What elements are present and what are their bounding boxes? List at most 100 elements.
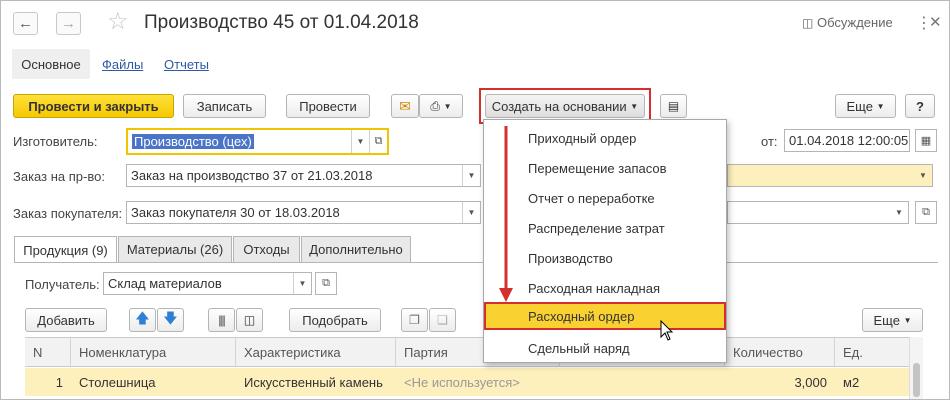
manufacturer-field[interactable]: Производство (цех) ▼ ⧉ <box>126 128 389 155</box>
customer-order-label: Заказ покупателя: <box>13 206 123 221</box>
open-icon: ⧉ <box>922 206 930 218</box>
help-button[interactable]: ? <box>905 94 935 118</box>
create-based-on-label: Создать на основании <box>491 98 627 114</box>
create-based-on-menu: Приходный ордер Перемещение запасов Отче… <box>483 119 727 363</box>
post-button[interactable]: Провести <box>286 94 370 118</box>
arrow-right-icon: → <box>61 15 76 32</box>
col-item[interactable]: Номенклатура <box>71 338 236 366</box>
back-button[interactable]: ← <box>13 12 38 35</box>
tab-materials[interactable]: Материалы (26) <box>118 236 232 262</box>
scanner-button[interactable]: ◫ <box>236 308 263 332</box>
chevron-down-icon[interactable]: ▼ <box>351 130 369 153</box>
date-field[interactable]: 01.04.2018 12:00:05 <box>784 129 910 152</box>
chevron-down-icon[interactable]: ▼ <box>914 165 932 186</box>
date-value: 01.04.2018 12:00:05 <box>789 133 909 148</box>
recipient-field[interactable]: Склад материалов ▼ <box>103 272 312 295</box>
forward-button[interactable]: → <box>56 12 81 35</box>
open-icon[interactable]: ⧉ <box>369 130 387 153</box>
recipient-value: Склад материалов <box>108 276 222 291</box>
col-quantity[interactable]: Количество <box>725 338 835 366</box>
red-arrow-annotation <box>499 126 513 302</box>
tab-reports[interactable]: Отчеты <box>164 57 209 72</box>
tab-additional[interactable]: Дополнительно <box>301 236 411 262</box>
menu-item-invoice[interactable]: Расходная накладная <box>528 281 660 296</box>
customer-order-value: Заказ покупателя 30 от 18.03.2018 <box>131 205 340 220</box>
scrollbar-thumb[interactable] <box>913 363 920 397</box>
row-n: 1 <box>55 374 63 390</box>
copy-icon: ❐ <box>409 313 420 327</box>
barcode-button[interactable]: ||| <box>208 308 235 332</box>
table-header: N Номенклатура Характеристика Партия Кол… <box>25 337 909 367</box>
arrow-down-icon: 🡇 <box>163 310 178 326</box>
copy-button[interactable]: ❐ <box>401 308 428 332</box>
tab-divider <box>14 262 938 263</box>
order-extra-field[interactable]: ▼ <box>727 164 933 187</box>
add-row-button[interactable]: Добавить <box>25 308 107 332</box>
post-and-close-button[interactable]: Провести и закрыть <box>13 94 174 118</box>
chevron-down-icon[interactable]: ▼ <box>462 165 480 186</box>
discussion-button[interactable]: ◫ Обсуждение <box>802 15 893 30</box>
calendar-icon: ▦ <box>920 135 932 147</box>
arrow-left-icon: ← <box>18 15 33 32</box>
chevron-down-icon[interactable]: ▼ <box>462 202 480 223</box>
chevron-down-icon: ▼ <box>903 315 912 325</box>
order-field[interactable]: Заказ на производство 37 от 21.03.2018 ▼ <box>126 164 481 187</box>
move-up-button[interactable]: 🡅 <box>129 308 156 332</box>
col-n[interactable]: N <box>25 338 71 366</box>
chevron-down-icon[interactable]: ▼ <box>293 273 311 294</box>
more-button[interactable]: Еще ▼ <box>835 94 896 118</box>
chevron-down-icon: ▼ <box>630 101 639 111</box>
menu-item-cost-allocation[interactable]: Распределение затрат <box>528 221 665 236</box>
menu-item-piecework-order[interactable]: Сдельный наряд <box>528 341 630 356</box>
table-more-label: Еще <box>873 312 900 328</box>
tab-waste[interactable]: Отходы <box>233 236 300 262</box>
open-icon: ⧉ <box>322 277 330 289</box>
mouse-pointer-icon <box>660 320 674 341</box>
move-down-button[interactable]: 🡇 <box>157 308 184 332</box>
table-scrollbar[interactable] <box>909 337 923 399</box>
structure-button[interactable]: ▤ <box>660 94 687 118</box>
barcode-icon: ||| <box>218 313 225 327</box>
paste-icon: ❏ <box>437 313 448 327</box>
chat-icon: ◫ <box>802 16 814 30</box>
close-icon[interactable]: ✕ <box>929 13 942 31</box>
page-title: Производство 45 от 01.04.2018 <box>144 12 419 33</box>
col-unit[interactable]: Ед. <box>835 338 909 366</box>
table-row[interactable]: 1 Столешница Искусственный камень <Не ис… <box>25 368 909 396</box>
scanner-icon: ◫ <box>243 313 256 327</box>
customer-order-field[interactable]: Заказ покупателя 30 от 18.03.2018 ▼ <box>126 201 481 224</box>
arrow-up-icon: 🡅 <box>135 310 150 326</box>
col-characteristic[interactable]: Характеристика <box>236 338 396 366</box>
menu-item-production[interactable]: Производство <box>528 251 613 266</box>
tab-products[interactable]: Продукция (9) <box>14 236 117 263</box>
order-value: Заказ на производство 37 от 21.03.2018 <box>131 168 373 183</box>
favorite-star-icon[interactable]: ☆ <box>107 10 129 34</box>
calendar-button[interactable]: ▦ <box>915 129 937 152</box>
table-more-button[interactable]: Еще ▼ <box>862 308 923 332</box>
document-window: ← → ☆ Производство 45 от 01.04.2018 ◫ Об… <box>0 0 950 400</box>
paste-button[interactable]: ❏ <box>429 308 456 332</box>
print-button[interactable]: ⎙ ▼ <box>419 94 463 118</box>
tab-main[interactable]: Основное <box>12 49 90 79</box>
save-button[interactable]: Записать <box>183 94 266 118</box>
more-label: Еще <box>846 98 873 114</box>
menu-item-processing-report[interactable]: Отчет о переработке <box>528 191 655 206</box>
row-characteristic: Искусственный камень <box>244 374 383 390</box>
menu-item-receipt-order[interactable]: Приходный ордер <box>528 131 636 146</box>
customer-extra-field[interactable]: ▼ <box>727 201 909 224</box>
menu-item-issue-order[interactable]: Расходный ордер <box>528 309 634 324</box>
discussion-label: Обсуждение <box>816 15 893 30</box>
open-button[interactable]: ⧉ <box>915 201 937 224</box>
row-batch: <Не используется> <box>404 374 520 390</box>
menu-item-stock-transfer[interactable]: Перемещение запасов <box>528 161 667 176</box>
tab-files[interactable]: Файлы <box>102 57 143 72</box>
create-based-on-button[interactable]: Создать на основании ▼ <box>485 94 645 118</box>
chevron-down-icon[interactable]: ▼ <box>890 202 908 223</box>
chevron-down-icon: ▼ <box>876 101 885 111</box>
select-items-button[interactable]: Подобрать <box>289 308 381 332</box>
date-from-label: от: <box>761 134 778 149</box>
email-button[interactable]: ✉ <box>391 94 419 118</box>
chevron-down-icon: ▼ <box>443 101 452 111</box>
recipient-open-button[interactable]: ⧉ <box>315 272 337 295</box>
printer-icon: ⎙ <box>430 98 441 113</box>
